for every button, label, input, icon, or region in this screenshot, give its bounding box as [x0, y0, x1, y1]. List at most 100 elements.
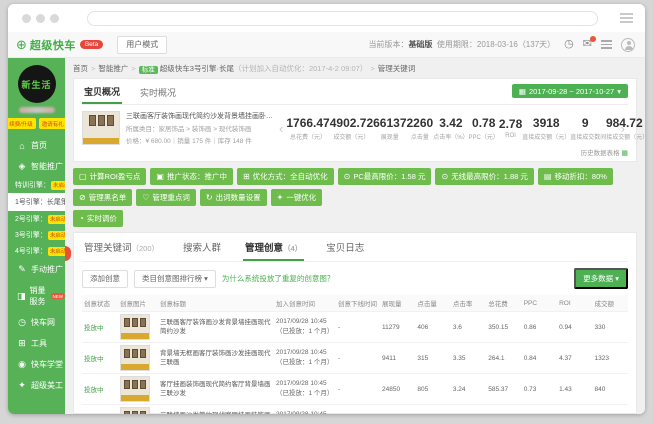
creative-added-time: 2017/09/28 10:45（已投放：1 个月） [274, 312, 336, 343]
creative-title[interactable]: 三联画客厅装饰画沙发背景墙挂画现代简约沙发 [160, 318, 272, 336]
shop-avatar[interactable]: 新生活 [18, 65, 56, 103]
history-clock-icon[interactable]: ◷ [564, 39, 574, 50]
col-added-time[interactable]: 加入创意时间 [274, 295, 336, 312]
history-data-link[interactable]: 历史数据表格 ▦ [82, 147, 628, 157]
blacklist-icon: ⊘ [79, 193, 86, 202]
col-ppc[interactable]: PPC [522, 295, 557, 312]
col-roi[interactable]: ROI [557, 295, 592, 312]
add-creative-button[interactable]: 添加创意 [82, 270, 128, 288]
product-category: 所属类目：家居饰品 > 装饰画 > 现代装饰画 [126, 123, 276, 133]
creative-title[interactable]: 客厅挂画装饰画现代简约客厅背景墙画三联沙发 [160, 380, 272, 398]
creative-title[interactable]: 背景墙无框画客厅装饰画沙发挂画现代三联画 [160, 349, 272, 367]
sidebar-item-engine-1[interactable]: 1号引擎：长尾策略 [8, 193, 65, 211]
sidebar-item-smart-promo[interactable]: ◈智能推广 [8, 156, 65, 177]
tab-item-log[interactable]: 宝贝日志 [324, 233, 366, 261]
calc-roi-button[interactable]: ▢计算ROI盈亏点 [73, 168, 146, 185]
realtime-price-button[interactable]: ◔实时调价 [73, 210, 123, 227]
manage-key-words-button[interactable]: ♡管理重点词 [136, 189, 196, 206]
sidebar-item-engine-4[interactable]: 4号引擎：未启动 [8, 243, 65, 259]
more-data-button[interactable]: 更多数据 ▾ [574, 268, 628, 289]
window-maximize-button[interactable] [50, 14, 59, 23]
col-offline-time[interactable]: 创意下线时间 [336, 295, 380, 312]
tab-realtime-overview[interactable]: 实时概况 [138, 80, 178, 103]
optimize-mode-button[interactable]: ⊞优化方式：全自动优化 [237, 168, 334, 185]
one-key-optimize-button[interactable]: ✦一键优化 [271, 189, 323, 206]
home-icon: ⌂ [17, 141, 27, 151]
table-row[interactable]: 投放中 三联画客厅装饰画沙发背景墙挂画现代简约沙发 2017/09/28 10:… [82, 312, 628, 343]
sidebar-item-kuaiche-net[interactable]: ◷快车网 [8, 312, 65, 333]
cell-clicks: 315 [415, 343, 450, 374]
window-minimize-button[interactable] [36, 14, 45, 23]
header-menu-icon[interactable] [601, 38, 612, 51]
col-turnover[interactable]: 成交额 [593, 295, 628, 312]
date-range-button[interactable]: ▦2017-09-28 ~ 2017-10-27▾ [512, 84, 628, 98]
creative-thumbnail[interactable] [120, 314, 150, 340]
manage-blacklist-button[interactable]: ⊘管理黑名单 [73, 189, 132, 206]
stats-prev-icon[interactable]: ‹ [276, 121, 286, 136]
app-logo[interactable]: ⊕ 超级快车 Beta [16, 37, 103, 53]
creative-added-time: 2017/09/28 10:45（已投放：1 个月） [274, 405, 336, 415]
school-icon: ◉ [17, 359, 27, 370]
duplicate-creative-help-link[interactable]: 为什么系统投放了重复的创意图？ [222, 273, 335, 284]
sidebar-item-manual-promo[interactable]: ✎手动推广 [8, 259, 65, 280]
invite-gift-button[interactable]: 邀请有礼 [39, 118, 65, 129]
creative-thumbnail[interactable] [120, 376, 150, 402]
user-avatar-icon[interactable] [621, 38, 635, 52]
sidebar-item-engine-2[interactable]: 2号引擎：未启动 [8, 211, 65, 227]
sidebar-item-school[interactable]: ◉快车学堂 [8, 354, 65, 375]
manual-promo-icon: ✎ [17, 264, 27, 275]
pc-max-price-button[interactable]: ⊙PC最高限价：1.58 元 [338, 168, 432, 185]
tab-manage-creatives[interactable]: 管理创意（4） [243, 233, 304, 261]
table-row[interactable]: 投放中 三联墙画沙发简约现代客厅挂画装饰画背景墙 2017/09/28 10:4… [82, 405, 628, 415]
sidebar-item-tools[interactable]: ⊞工具 [8, 333, 65, 354]
col-ctr[interactable]: 点击率 [451, 295, 486, 312]
creative-title[interactable]: 三联墙画沙发简约现代客厅挂画装饰画背景墙 [160, 411, 272, 414]
tab-item-overview[interactable]: 宝贝概况 [82, 79, 122, 104]
sidebar-item-engine-special[interactable]: 特训引擎：未启动 [8, 177, 65, 193]
word-count-setting-button[interactable]: ↻出词数量设置 [200, 189, 267, 206]
shop-name-blurred [19, 107, 55, 113]
sidebar-item-engine-3[interactable]: 3号引擎：未启动 [8, 227, 65, 243]
creative-thumbnail[interactable] [120, 407, 150, 414]
renew-upgrade-button[interactable]: 续费/升级 [8, 118, 36, 129]
category-ranking-button[interactable]: 类目创意图排行榜 ▾ [134, 270, 216, 288]
user-mode-button[interactable]: 用户模式 [117, 36, 167, 54]
tab-search-crowd[interactable]: 搜索人群 [181, 233, 223, 261]
table-row[interactable]: 投放中 背景墙无框画客厅装饰画沙发挂画现代三联画 2017/09/28 10:4… [82, 343, 628, 374]
url-bar[interactable] [87, 11, 598, 26]
product-thumbnail[interactable] [82, 111, 120, 145]
col-cost[interactable]: 总花费 [486, 295, 521, 312]
col-clicks[interactable]: 点击量 [415, 295, 450, 312]
creative-offline-time: - [336, 374, 380, 405]
mail-icon[interactable]: ✉ [583, 39, 592, 50]
mobile-icon: ▤ [544, 172, 552, 181]
cell-ctr: 3.35 [451, 343, 486, 374]
wireless-max-price-button[interactable]: ⊙无线最高限价：1.88 元 [435, 168, 533, 185]
promo-status-button[interactable]: ▣推广状态：推广中 [150, 168, 233, 185]
stat-roi: 2.78ROI [499, 117, 522, 139]
stats-next-icon[interactable]: › [618, 121, 628, 136]
sidebar-item-sales-service[interactable]: ◨销量服务NEW [8, 280, 65, 312]
col-impressions[interactable]: 展现量 [380, 295, 415, 312]
table-row[interactable]: 投放中 客厅挂画装饰画现代简约客厅背景墙画三联沙发 2017/09/28 10:… [82, 374, 628, 405]
sidebar-item-home[interactable]: ⌂首页 [8, 135, 65, 156]
breadcrumb-home[interactable]: 首页 [73, 64, 88, 73]
stat-direct-turnover: 3918直接成交额（元） [522, 116, 570, 141]
wireless-price-icon: ⊙ [441, 172, 448, 181]
browser-menu-icon[interactable] [620, 11, 633, 26]
version-info: 当前版本：基础版 使用期限：2018-03-16（137天） [368, 39, 555, 50]
breadcrumb-smart-promo[interactable]: 智能推广 [98, 64, 128, 73]
breadcrumb-plan[interactable]: 超级快车3号引擎·长尾 [160, 64, 234, 73]
window-close-button[interactable] [22, 14, 31, 23]
browser-chrome [8, 4, 645, 32]
col-title[interactable]: 创意标题 [158, 295, 274, 312]
cell-clicks: 805 [415, 374, 450, 405]
tab-manage-keywords[interactable]: 管理关键词（200） [82, 233, 161, 261]
creative-thumbnail[interactable] [120, 345, 150, 371]
col-image[interactable]: 创意图片 [118, 295, 158, 312]
product-title[interactable]: 三联画客厅装饰画现代简约沙发背景墙挂画卧室餐厅墙画壁画创意组合 [126, 111, 276, 121]
sidebar-item-super-artist[interactable]: ✦超级美工 [8, 375, 65, 396]
cell-ctr: 3.6 [451, 312, 486, 343]
mobile-discount-button[interactable]: ▤移动折扣：80% [538, 168, 613, 185]
col-status[interactable]: 创意状态 [82, 295, 118, 312]
